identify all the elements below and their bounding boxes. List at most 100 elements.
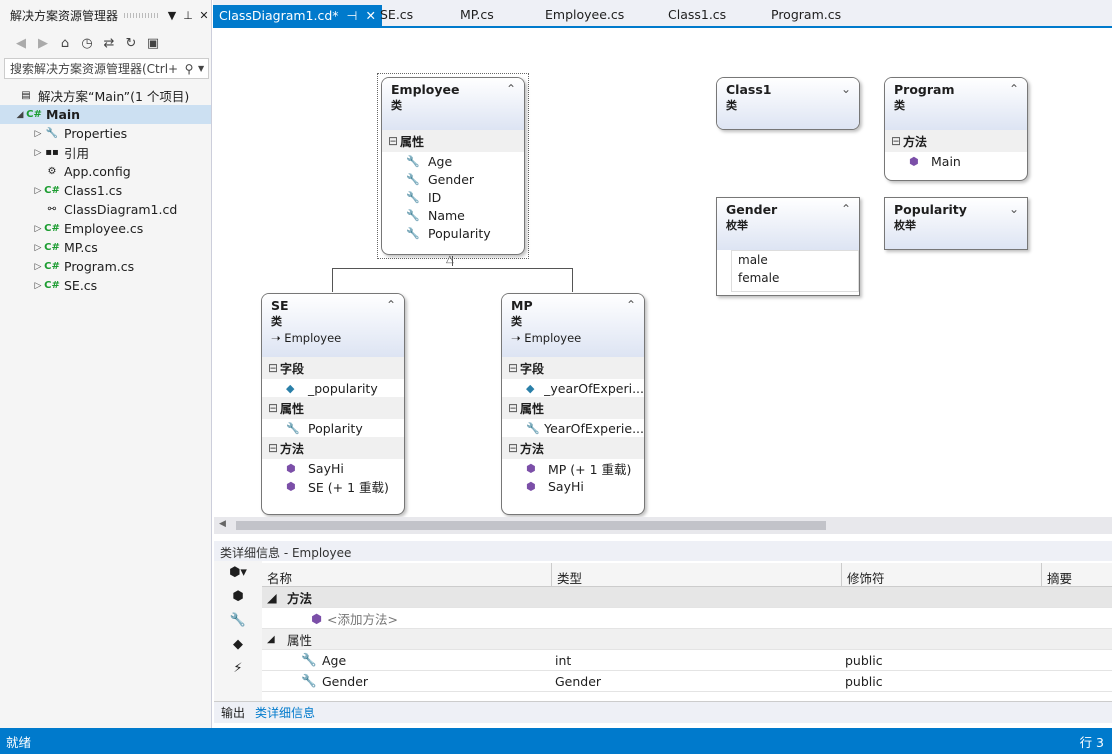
expand-arrow-icon[interactable]: ▷ [32, 281, 44, 291]
expand-arrow-icon[interactable]: ▷ [32, 243, 44, 253]
member-item[interactable]: ⬢ SE (+ 1 重载) [262, 477, 404, 495]
class-shape-se[interactable]: SE 类 ➝ Employee ⌃ ⊟ 字段 ◆ _popularity ⊟ 属性 🔧 Pop… [261, 293, 405, 515]
member-item[interactable]: ⬢ SayHi [502, 477, 644, 495]
column-header-modifier[interactable]: 修饰符 [842, 563, 1042, 586]
member-item[interactable]: 🔧 Age [382, 152, 524, 170]
new-property-icon[interactable]: 🔧 [214, 609, 262, 633]
new-member-icon[interactable]: ⬢▾ [214, 561, 262, 585]
column-header-name[interactable]: 名称 [262, 563, 552, 586]
member-item[interactable]: ⬢ MP (+ 1 重载) [502, 459, 644, 477]
tree-item[interactable]: ▷ C# Class1.cs [0, 181, 211, 200]
tree-item[interactable]: ▷ 🔧 Properties [0, 124, 211, 143]
collapse-all-icon[interactable]: ▣ [144, 36, 162, 51]
pin-icon[interactable]: ⊣ [347, 8, 358, 25]
solution-search-input[interactable]: 搜索解决方案资源管理器(Ctrl+ ⚲ ▼ [4, 58, 209, 79]
close-tab-icon[interactable]: ✕ [365, 8, 375, 25]
tree-item[interactable]: ▷ C# SE.cs [0, 276, 211, 295]
minus-icon[interactable]: ⊟ [268, 441, 280, 455]
collapse-chevron-icon[interactable]: ⌃ [386, 298, 396, 312]
enum-shape-gender[interactable]: Gender 枚举 ⌃ male female [716, 197, 860, 296]
expand-chevron-icon[interactable]: ⌄ [841, 82, 851, 96]
add-method-row[interactable]: ⬢ <添加方法> [262, 608, 1112, 629]
tab-class-details[interactable]: 类详细信息 [255, 704, 315, 721]
tab-program[interactable]: Program.cs [771, 7, 841, 22]
table-row[interactable]: 🔧 Gender Gender public [262, 671, 1112, 692]
member-item[interactable]: 🔧 Popularity [382, 224, 524, 242]
enum-value[interactable]: female [738, 271, 852, 289]
member-item[interactable]: ⬢ SayHi [262, 459, 404, 477]
tree-item[interactable]: ▷ C# Employee.cs [0, 219, 211, 238]
tree-solution[interactable]: ▤ 解决方案“Main”(1 个项目) [0, 86, 211, 105]
member-item[interactable]: 🔧 YearOfExperie... [502, 419, 644, 437]
panel-grip[interactable] [124, 12, 158, 18]
collapse-chevron-icon[interactable]: ⌃ [1009, 82, 1019, 96]
member-item[interactable]: 🔧 Name [382, 206, 524, 224]
section-header[interactable]: ⊟ 字段 [502, 357, 644, 379]
tree-item[interactable]: ▷ C# MP.cs [0, 238, 211, 257]
collapse-arrow-icon[interactable]: ◢ [262, 634, 282, 645]
member-item[interactable]: ⬢ Main [885, 152, 1027, 170]
tab-classdiagram[interactable]: ClassDiagram1.cd* ⊣ ✕ [213, 5, 382, 28]
expand-chevron-icon[interactable]: ⌄ [1009, 202, 1019, 216]
table-row[interactable]: 🔧 Age int public [262, 650, 1112, 671]
section-header[interactable]: ⊟ 方法 [262, 437, 404, 459]
class-shape-mp[interactable]: MP 类 ➝ Employee ⌃ ⊟ 字段 ◆ _yearOfExperi... ⊟ 属性… [501, 293, 645, 515]
collapse-chevron-icon[interactable]: ⌃ [841, 202, 851, 216]
minus-icon[interactable]: ⊟ [508, 361, 520, 375]
tab-employee[interactable]: Employee.cs [545, 7, 624, 22]
expand-arrow-icon[interactable]: ▷ [32, 186, 44, 196]
tree-project[interactable]: ◢ C# Main [0, 105, 211, 124]
scroll-left-icon[interactable]: ◀ [219, 519, 226, 529]
section-header[interactable]: ⊟ 属性 [502, 397, 644, 419]
tree-item[interactable]: ⚯ ClassDiagram1.cd [0, 200, 211, 219]
section-header[interactable]: ⊟ 属性 [382, 130, 524, 152]
class-shape-employee[interactable]: Employee 类 ⌃ ⊟ 属性 🔧 Age 🔧 Gender 🔧 ID 🔧 Name 🔧 P… [381, 77, 525, 255]
minus-icon[interactable]: ⊟ [268, 401, 280, 415]
tab-se[interactable]: SE.cs [380, 7, 413, 22]
tree-item[interactable]: ⚙ App.config [0, 162, 211, 181]
tree-item[interactable]: ▷ C# Program.cs [0, 257, 211, 276]
member-item[interactable]: 🔧 Gender [382, 170, 524, 188]
history-icon[interactable]: ◷ [78, 36, 96, 51]
member-item[interactable]: ◆ _yearOfExperi... [502, 379, 644, 397]
tab-class1[interactable]: Class1.cs [668, 7, 726, 22]
tab-mp[interactable]: MP.cs [460, 7, 494, 22]
scrollbar-thumb[interactable] [236, 521, 826, 530]
refresh-icon[interactable]: ↻ [122, 36, 140, 51]
member-item[interactable]: ◆ _popularity [262, 379, 404, 397]
back-icon[interactable]: ◀ [12, 36, 30, 51]
dropdown-icon[interactable]: ▼ [164, 9, 180, 22]
expand-arrow-icon[interactable]: ▷ [32, 224, 44, 234]
close-icon[interactable]: ✕ [196, 9, 212, 22]
minus-icon[interactable]: ⊟ [508, 401, 520, 415]
collapse-arrow-icon[interactable]: ◢ [14, 110, 26, 120]
section-header[interactable]: ⊟ 方法 [502, 437, 644, 459]
expand-arrow-icon[interactable]: ▷ [32, 129, 44, 139]
member-item[interactable]: 🔧 ID [382, 188, 524, 206]
new-field-icon[interactable]: ◆ [214, 633, 262, 657]
enum-value[interactable]: male [738, 253, 852, 271]
collapse-arrow-icon[interactable]: ◢ [262, 590, 282, 605]
member-item[interactable]: 🔧 Poplarity [262, 419, 404, 437]
column-header-type[interactable]: 类型 [552, 563, 842, 586]
new-method-icon[interactable]: ⬢ [214, 585, 262, 609]
tree-item[interactable]: ▷ ▪▪ 引用 [0, 143, 211, 162]
minus-icon[interactable]: ⊟ [508, 441, 520, 455]
expand-arrow-icon[interactable]: ▷ [32, 262, 44, 272]
minus-icon[interactable]: ⊟ [388, 134, 400, 148]
minus-icon[interactable]: ⊟ [268, 361, 280, 375]
search-icon[interactable]: ⚲ [180, 62, 198, 76]
group-row-methods[interactable]: ◢ 方法 [262, 587, 1112, 608]
collapse-chevron-icon[interactable]: ⌃ [506, 82, 516, 96]
class-diagram-canvas[interactable]: △ Employee 类 ⌃ ⊟ 属性 🔧 Age 🔧 Gender 🔧 ID 🔧 Name … [214, 30, 1112, 517]
column-header-summary[interactable]: 摘要 [1042, 563, 1112, 586]
expand-arrow-icon[interactable]: ▷ [32, 148, 44, 158]
class-shape-class1[interactable]: Class1 类 ⌄ [716, 77, 860, 130]
forward-icon[interactable]: ▶ [34, 36, 52, 51]
new-event-icon[interactable]: ⚡ [214, 657, 262, 681]
search-dropdown-icon[interactable]: ▼ [198, 64, 208, 73]
minus-icon[interactable]: ⊟ [891, 134, 903, 148]
section-header[interactable]: ⊟ 方法 [885, 130, 1027, 152]
collapse-chevron-icon[interactable]: ⌃ [626, 298, 636, 312]
home-icon[interactable]: ⌂ [56, 36, 74, 51]
